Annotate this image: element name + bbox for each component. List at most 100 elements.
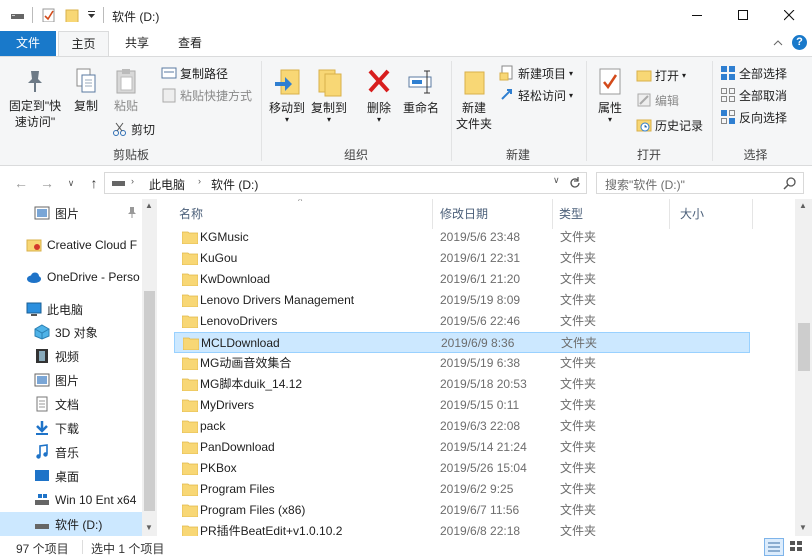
column-separator[interactable] xyxy=(432,199,433,229)
file-row[interactable]: pack 2019/6/3 22:08 文件夹 xyxy=(174,416,750,437)
column-header-date[interactable]: 修改日期 xyxy=(440,199,488,229)
file-row[interactable]: KwDownload 2019/6/1 21:20 文件夹 xyxy=(174,269,750,290)
new-item-button[interactable]: 新建项目 ▾ xyxy=(499,63,573,83)
file-row[interactable]: PKBox 2019/5/26 15:04 文件夹 xyxy=(174,458,750,479)
nav-item-creative-cloud[interactable]: Creative Cloud F xyxy=(0,233,143,257)
nav-item-pictures-pinned[interactable]: 图片 xyxy=(0,201,143,225)
rename-button[interactable]: 重命名 xyxy=(401,67,441,116)
properties-button[interactable]: 属性 ▾ xyxy=(592,67,628,124)
search-input[interactable]: 搜索"软件 (D:)" xyxy=(596,172,804,194)
file-row[interactable]: KGMusic 2019/5/6 23:48 文件夹 xyxy=(174,227,750,248)
rename-label: 重命名 xyxy=(402,101,439,115)
file-type: 文件夹 xyxy=(560,440,597,454)
nav-item-onedrive[interactable]: OneDrive - Perso xyxy=(0,265,143,289)
address-bar[interactable]: › 此电脑 › 软件 (D:) ∨ xyxy=(104,172,587,194)
copy-button[interactable]: 复制 xyxy=(68,67,104,114)
customize-toolbar-icon[interactable] xyxy=(87,10,101,24)
nav-item-desktop[interactable]: 桌面 xyxy=(0,464,143,488)
nav-item-videos[interactable]: 视频 xyxy=(0,344,143,368)
copy-to-button[interactable]: 复制到 ▾ xyxy=(309,67,349,124)
column-header-size[interactable]: 大小 xyxy=(680,199,704,229)
nav-item-this-pc[interactable]: 此电脑 xyxy=(0,297,143,321)
properties-icon[interactable] xyxy=(42,8,56,22)
nav-item-drive-c[interactable]: Win 10 Ent x64 xyxy=(0,488,143,512)
move-to-button[interactable]: 移动到 ▾ xyxy=(267,67,307,124)
file-row[interactable]: Lenovo Drivers Management 2019/5/19 8:09 文… xyxy=(174,290,750,311)
tab-view[interactable]: 查看 xyxy=(164,31,216,56)
file-row[interactable]: PanDownload 2019/5/14 21:24 文件夹 xyxy=(174,437,750,458)
edit-button[interactable]: 编辑 xyxy=(636,90,679,110)
address-history-dropdown[interactable]: ∨ xyxy=(553,175,560,186)
drive-icon xyxy=(11,14,24,19)
file-row[interactable]: PR插件BeatEdit+v1.0.10.2 2019/6/8 22:18 文件夹 xyxy=(174,521,750,536)
file-row[interactable]: KuGou 2019/6/1 22:31 文件夹 xyxy=(174,248,750,269)
videos-icon xyxy=(36,349,48,363)
nav-item-downloads[interactable]: 下载 xyxy=(0,416,143,440)
nav-item-drive-d[interactable]: 软件 (D:) xyxy=(0,512,143,536)
nav-item-music[interactable]: 音乐 xyxy=(0,440,143,464)
history-button[interactable]: 历史记录 xyxy=(636,115,703,135)
file-row[interactable]: MyDrivers 2019/5/15 0:11 文件夹 xyxy=(174,395,750,416)
new-folder-button[interactable]: 新建 文件夹 xyxy=(454,67,494,132)
column-header-type[interactable]: 类型 xyxy=(559,199,583,229)
large-icons-view-button[interactable] xyxy=(787,538,807,556)
open-icon xyxy=(636,70,652,82)
recent-locations-button[interactable]: ∨ xyxy=(62,174,80,192)
scroll-up-icon[interactable]: ▲ xyxy=(799,201,807,210)
up-button[interactable]: ↑ xyxy=(85,174,103,192)
scroll-up-icon[interactable]: ▲ xyxy=(145,201,153,210)
file-list-scroll-thumb[interactable] xyxy=(798,323,810,371)
file-row[interactable]: MG动画音效集合 2019/5/19 6:38 文件夹 xyxy=(174,353,750,374)
refresh-icon[interactable] xyxy=(568,176,582,190)
properties-label: 属性 xyxy=(597,101,622,115)
tab-home[interactable]: 主页 xyxy=(58,31,109,57)
select-none-button[interactable]: 全部取消 xyxy=(720,85,787,105)
nav-item-documents[interactable]: 文档 xyxy=(0,392,143,416)
scroll-down-icon[interactable]: ▼ xyxy=(799,523,807,532)
file-name: MyDrivers xyxy=(200,398,254,412)
invert-selection-button[interactable]: 反向选择 xyxy=(720,107,787,127)
tab-file[interactable]: 文件 xyxy=(0,31,56,56)
breadcrumb-drive-d[interactable]: 软件 (D:) xyxy=(211,176,258,193)
file-type: 文件夹 xyxy=(560,314,597,328)
forward-button[interactable]: → xyxy=(38,174,56,192)
scroll-down-icon[interactable]: ▼ xyxy=(145,523,153,532)
minimize-button[interactable] xyxy=(674,0,720,31)
back-button[interactable]: ← xyxy=(12,174,30,192)
collapse-ribbon-icon[interactable] xyxy=(773,39,783,47)
file-row[interactable]: LenovoDrivers 2019/5/6 22:46 文件夹 xyxy=(174,311,750,332)
tab-share[interactable]: 共享 xyxy=(112,31,162,56)
new-folder-icon[interactable] xyxy=(65,8,79,22)
details-view-button[interactable] xyxy=(764,538,784,556)
breadcrumb-separator-icon: › xyxy=(131,176,134,186)
file-row[interactable]: Program Files 2019/6/2 9:25 文件夹 xyxy=(174,479,750,500)
file-row[interactable]: MCLDownload 2019/6/9 8:36 文件夹 xyxy=(174,332,750,353)
folder-icon xyxy=(182,462,198,475)
pin-quick-access-button[interactable]: 固定到"快 速访问" xyxy=(4,67,66,130)
paste-button[interactable]: 粘贴 xyxy=(108,67,144,114)
nav-item-3d-objects[interactable]: 3D 对象 xyxy=(0,320,143,344)
search-placeholder: 搜索"软件 (D:)" xyxy=(605,178,685,192)
column-separator[interactable] xyxy=(752,199,753,229)
easy-access-button[interactable]: 轻松访问 ▾ xyxy=(499,85,573,105)
delete-button[interactable]: 删除 ▾ xyxy=(361,67,397,124)
copy-path-button[interactable]: 复制路径 xyxy=(161,63,228,83)
cut-button[interactable]: 剪切 xyxy=(112,119,155,139)
edit-label: 编辑 xyxy=(655,93,680,108)
open-button[interactable]: 打开 ▾ xyxy=(636,65,686,85)
column-separator[interactable] xyxy=(552,199,553,229)
nav-scroll-thumb[interactable] xyxy=(144,291,155,511)
close-button[interactable] xyxy=(766,0,812,31)
nav-item-pictures[interactable]: 图片 xyxy=(0,368,143,392)
paste-shortcut-button[interactable]: 粘贴快捷方式 xyxy=(161,85,252,105)
breadcrumb-this-pc[interactable]: 此电脑 xyxy=(149,176,185,193)
select-all-button[interactable]: 全部选择 xyxy=(720,63,787,83)
file-row[interactable]: MG脚本duik_14.12 2019/5/18 20:53 文件夹 xyxy=(174,374,750,395)
folder-icon xyxy=(182,504,198,517)
column-separator[interactable] xyxy=(669,199,670,229)
file-type: 文件夹 xyxy=(560,524,597,536)
file-row[interactable]: Program Files (x86) 2019/6/7 11:56 文件夹 xyxy=(174,500,750,521)
maximize-button[interactable] xyxy=(720,0,766,31)
help-button[interactable]: ? xyxy=(792,35,807,50)
column-header-name[interactable]: 名称 xyxy=(179,199,203,229)
